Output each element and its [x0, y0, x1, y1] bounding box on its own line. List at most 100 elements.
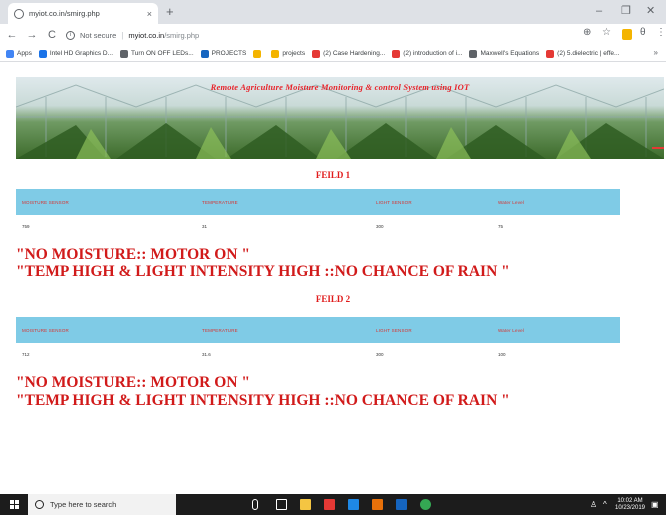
bookmark-item[interactable]: (2) introduction of i... [392, 49, 463, 58]
water-level-value: 100 [498, 351, 506, 357]
store-icon[interactable] [372, 499, 383, 510]
new-tab-button[interactable]: + [166, 4, 174, 20]
notifications-icon[interactable]: ▣ [651, 500, 659, 509]
bookmark-label: (2) 5.dielectric | effe... [557, 50, 620, 57]
moisture-value: 759 [22, 223, 30, 229]
address-bar[interactable]: i Not secure | myiot.co.in /smirg.php [60, 26, 616, 44]
bookmark-item[interactable]: Intel HD Graphics D... [38, 49, 114, 58]
microphone-icon[interactable] [252, 499, 258, 510]
windows-taskbar: Type here to search ♙ ^ 10:02 AM 10/23/2… [0, 494, 666, 515]
header-water-level: Water Level [498, 327, 525, 333]
water-level-value: 75 [498, 223, 504, 229]
table-row: 759 31 300 75 [16, 215, 620, 237]
bookmark-icon [392, 49, 401, 58]
bookmark-icon [546, 49, 555, 58]
file-explorer-icon[interactable] [300, 499, 311, 510]
extension-icon[interactable] [622, 29, 632, 40]
bookmark-icon [120, 49, 129, 58]
header-temperature: TEMPERATURE [202, 199, 238, 205]
banner-image: Remote Agriculture Moisture Monitoring &… [16, 77, 664, 159]
field-1-table: MOISTURE SENSOR TEMPERATURE LIGHT SENSOR… [16, 189, 620, 237]
bookmark-item[interactable]: (2) Case Hardening... [312, 49, 386, 58]
bookmarks-bar: Apps Intel HD Graphics D... Turn ON OFF LE… [0, 46, 666, 62]
bookmark-item[interactable] [253, 49, 264, 58]
bookmark-icon [469, 49, 478, 58]
pdf-icon[interactable] [324, 499, 335, 510]
bookmark-label: (2) Case Hardening... [323, 50, 386, 57]
header-light: LIGHT SENSOR [376, 199, 412, 205]
menu-icon[interactable]: ⋮ [656, 27, 666, 38]
clock-date: 10/23/2019 [614, 505, 646, 511]
restore-icon[interactable]: ❐ [621, 3, 631, 19]
people-icon[interactable]: ♙ [590, 500, 597, 509]
profile-icon[interactable]: θ [640, 27, 646, 38]
bookmark-icon [6, 49, 14, 58]
bookmark-item[interactable]: projects [271, 49, 306, 58]
table-row: 712 31.6 300 100 [16, 343, 620, 365]
bookmark-label: Apps [17, 50, 32, 57]
bookmark-star-icon[interactable]: ☆ [602, 27, 611, 38]
info-icon[interactable]: i [66, 30, 75, 40]
field-1-rain-status: "TEMP HIGH & LIGHT INTENSITY HIGH ::NO C… [16, 263, 510, 280]
bookmarks-overflow-icon[interactable]: » [654, 48, 658, 57]
light-value: 300 [376, 351, 384, 357]
bookmark-item[interactable]: PROJECTS [200, 49, 247, 58]
zoom-icon[interactable]: ⊕ [583, 27, 591, 38]
field-2-table: MOISTURE SENSOR TEMPERATURE LIGHT SENSOR… [16, 317, 620, 365]
bookmark-icon [200, 49, 209, 58]
table-header-row: MOISTURE SENSOR TEMPERATURE LIGHT SENSOR… [16, 317, 620, 343]
reload-icon[interactable]: C [46, 29, 58, 41]
tab-title: myiot.co.in/smirg.php [29, 9, 100, 18]
search-placeholder: Type here to search [50, 500, 117, 509]
bookmark-item[interactable]: Apps [6, 49, 32, 58]
security-label: Not secure [80, 30, 117, 40]
bookmark-label: projects [282, 50, 306, 57]
clock-time: 10:02 AM [617, 498, 643, 504]
table-header-row: MOISTURE SENSOR TEMPERATURE LIGHT SENSOR… [16, 189, 620, 215]
bookmark-label: Turn ON OFF LEDs... [131, 50, 194, 57]
windows-logo-icon [9, 500, 19, 509]
tray-chevron-icon[interactable]: ^ [603, 500, 607, 509]
field-2-motor-status: "NO MOISTURE:: MOTOR ON " [16, 374, 250, 391]
bookmark-item[interactable]: (2) 5.dielectric | effe... [546, 49, 620, 58]
field-2-rain-status: "TEMP HIGH & LIGHT INTENSITY HIGH ::NO C… [16, 392, 510, 409]
field-2-title: FEILD 2 [315, 294, 351, 304]
bookmark-icon [312, 49, 321, 58]
minimize-icon[interactable]: – [596, 3, 602, 19]
close-window-icon[interactable]: ✕ [646, 3, 655, 19]
bookmark-icon [38, 49, 47, 58]
app-blue-icon[interactable] [396, 499, 407, 510]
bookmark-item[interactable]: Maxwell's Equations [469, 49, 540, 58]
mail-icon[interactable] [348, 499, 359, 510]
browser-tab-strip: myiot.co.in/smirg.php × + – ❐ ✕ [0, 0, 666, 24]
task-view-icon[interactable] [276, 499, 287, 510]
tab-close-icon[interactable]: × [147, 9, 152, 19]
bookmark-item[interactable]: Turn ON OFF LEDs... [120, 49, 194, 58]
light-value: 300 [376, 223, 384, 229]
bookmark-label: (2) introduction of i... [403, 50, 463, 57]
bookmark-icon [271, 49, 280, 58]
header-moisture: MOISTURE SENSOR [22, 327, 70, 333]
header-moisture: MOISTURE SENSOR [22, 199, 70, 205]
start-button[interactable] [0, 494, 28, 515]
forward-icon[interactable]: → [26, 29, 38, 41]
browser-tab[interactable]: myiot.co.in/smirg.php × [8, 3, 158, 24]
chrome-icon[interactable] [420, 499, 431, 510]
browser-toolbar: ← → C i Not secure | myiot.co.in /smirg.… [0, 24, 666, 46]
temperature-value: 31 [202, 223, 208, 229]
clock[interactable]: 10:02 AM 10/23/2019 [614, 498, 646, 512]
header-water-level: Water Level [498, 199, 525, 205]
bookmark-label: Maxwell's Equations [480, 50, 540, 57]
header-light: LIGHT SENSOR [376, 327, 412, 333]
temperature-value: 31.6 [202, 351, 211, 357]
taskbar-search[interactable]: Type here to search [28, 494, 176, 515]
globe-icon [14, 8, 24, 19]
banner-title: Remote Agriculture Moisture Monitoring &… [210, 82, 470, 92]
bookmark-label: Intel HD Graphics D... [49, 50, 114, 57]
bookmark-label: PROJECTS [211, 50, 247, 57]
url-domain: myiot.co.in [128, 30, 165, 40]
field-1-motor-status: "NO MOISTURE:: MOTOR ON " [16, 246, 250, 263]
bookmark-icon [253, 49, 262, 58]
cortana-icon [35, 500, 44, 509]
back-icon[interactable]: ← [6, 29, 18, 41]
